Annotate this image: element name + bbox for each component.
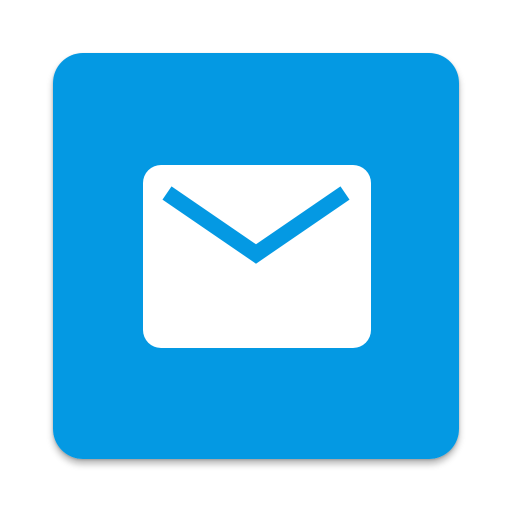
mail-app-icon[interactable] [53, 53, 459, 459]
mail-icon [53, 53, 459, 459]
app-icon-canvas [0, 0, 512, 512]
